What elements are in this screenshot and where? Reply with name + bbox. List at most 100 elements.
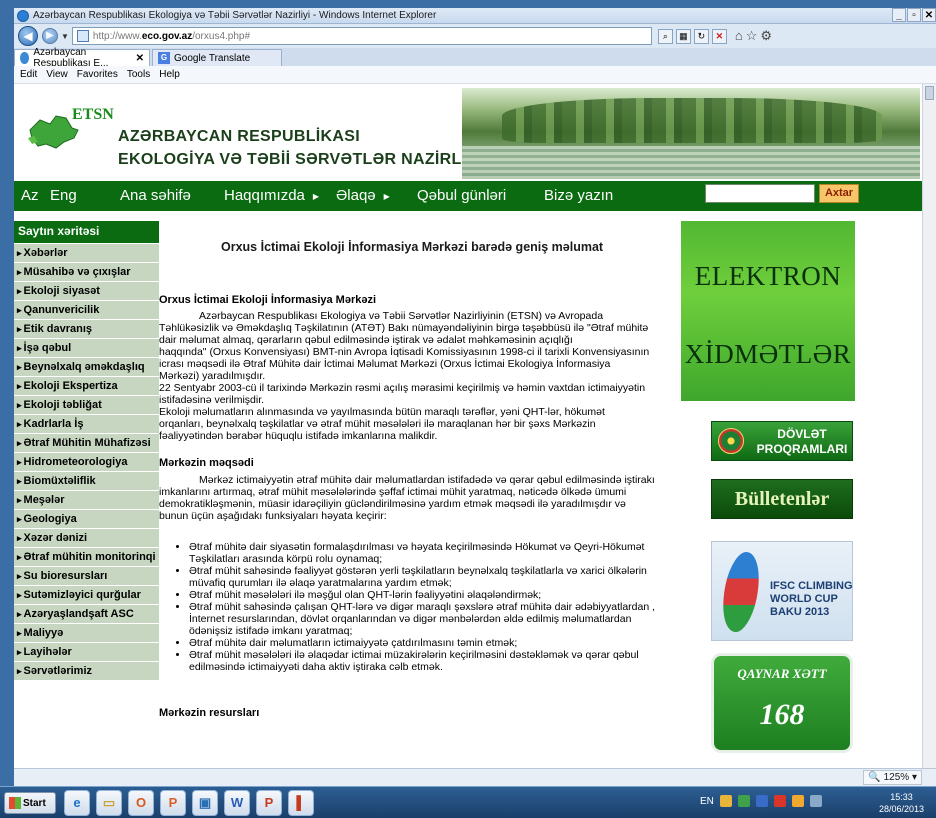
search-dropdown-icon[interactable]: ⌕ bbox=[657, 28, 673, 44]
google-translate-icon: G bbox=[158, 52, 170, 64]
search-button[interactable]: Axtar bbox=[819, 184, 859, 203]
hotline-banner[interactable]: QAYNAR XƏTT 168 bbox=[711, 653, 853, 753]
back-button[interactable]: ◀ bbox=[18, 26, 38, 46]
tray-icon[interactable] bbox=[773, 795, 786, 807]
etsn-logo-text: ETSN bbox=[72, 106, 114, 123]
history-dropdown-icon[interactable]: ▼ bbox=[61, 32, 69, 41]
nav-about[interactable]: Haqqımızda ▶ bbox=[224, 187, 319, 204]
lang-eng-link[interactable]: Eng bbox=[50, 187, 77, 204]
tray-icon[interactable] bbox=[737, 795, 750, 807]
state-programs-banner[interactable]: DÖVLƏT PROQRAMLARI bbox=[711, 421, 853, 461]
sidebar-item-monitoring[interactable]: Ətraf mühitin monitorinqi bbox=[14, 547, 159, 566]
ifsc-climbing-banner[interactable]: IFSC CLIMBING WORLD CUP BAKU 2013 bbox=[711, 541, 853, 641]
sidebar-item-resources[interactable]: Sərvətlərimiz bbox=[14, 661, 159, 680]
app-taskbar-icon[interactable]: ▣ bbox=[192, 790, 218, 816]
url-host: eco.gov.az bbox=[141, 30, 193, 42]
sidebar-item-geology[interactable]: Geologiya bbox=[14, 509, 159, 528]
sidebar-item-hydromet[interactable]: Hidrometeorologiya bbox=[14, 452, 159, 471]
sidebar-item-biodiversity[interactable]: Biomüxtəliflik bbox=[14, 471, 159, 490]
tab-google-translate[interactable]: G Google Translate bbox=[152, 49, 282, 66]
sidebar-item-ethics[interactable]: Etik davranış bbox=[14, 319, 159, 338]
banner-text: IFSC CLIMBING bbox=[770, 580, 853, 592]
sidebar-item-propaganda[interactable]: Ekoloji təbliğat bbox=[14, 395, 159, 414]
sidebar-item-legislation[interactable]: Qanunvericilik bbox=[14, 300, 159, 319]
menu-help[interactable]: Help bbox=[159, 69, 180, 80]
functions-list: Ətraf mühitə dair siyasətin formalaşdırı… bbox=[175, 541, 675, 673]
sidebar-item-expertise[interactable]: Ekoloji Ekspertiza bbox=[14, 376, 159, 395]
sidebar-item-hr[interactable]: Kadrlarla İş bbox=[14, 414, 159, 433]
forward-button[interactable]: ▶ bbox=[42, 28, 58, 44]
ministry-name-line1: AZƏRBAYCAN RESPUBLİKASI bbox=[118, 128, 360, 145]
nav-home[interactable]: Ana səhifə bbox=[120, 187, 191, 204]
electronic-services-banner[interactable]: ELEKTRON XİDMƏTLƏR bbox=[681, 221, 855, 401]
powerpoint-taskbar-icon[interactable]: P bbox=[160, 790, 186, 816]
zoom-level[interactable]: 🔍 125% ▾ bbox=[863, 770, 922, 785]
outlook-taskbar-icon[interactable]: O bbox=[128, 790, 154, 816]
start-button[interactable]: Start bbox=[4, 792, 56, 814]
compat-view-icon[interactable]: ▦ bbox=[675, 28, 691, 44]
paragraph-line: bunun üçün aşağıdakı funksiyaları həyata… bbox=[159, 510, 387, 522]
nav-contact[interactable]: Əlaqə ▶ bbox=[336, 187, 390, 204]
sidebar-item-news[interactable]: Xəbərlər bbox=[14, 243, 159, 262]
nav-write-us[interactable]: Bizə yazın bbox=[544, 187, 613, 204]
window-title: Azərbaycan Respublikası Ekologiya və Təb… bbox=[33, 10, 437, 21]
vertical-scrollbar[interactable] bbox=[922, 84, 936, 768]
minimize-button[interactable]: _ bbox=[892, 8, 906, 22]
sidebar-item-caspian[interactable]: Xəzər dənizi bbox=[14, 528, 159, 547]
menu-tools[interactable]: Tools bbox=[127, 69, 150, 80]
clock[interactable]: 15:33 28/06/2013 bbox=[879, 791, 924, 815]
sidebar-item-water-treatment[interactable]: Sutəmizləyici qurğular bbox=[14, 585, 159, 604]
menu-favorites[interactable]: Favorites bbox=[77, 69, 118, 80]
stop-icon[interactable]: ✕ bbox=[711, 28, 727, 44]
sidebar-item-finance[interactable]: Maliyyə bbox=[14, 623, 159, 642]
search-input[interactable] bbox=[705, 184, 815, 203]
sidebar-item-eco-policy[interactable]: Ekoloji siyasət bbox=[14, 281, 159, 300]
sidebar-item-forests[interactable]: Meşələr bbox=[14, 490, 159, 509]
list-item: Ətraf mühit sahəsində fəaliyyət göstərən… bbox=[189, 565, 675, 589]
home-favorites-tools-icons[interactable]: ⌂☆⚙ bbox=[735, 28, 775, 44]
start-label: Start bbox=[23, 797, 46, 809]
sidebar-item-jobs[interactable]: İşə qəbul bbox=[14, 338, 159, 357]
tray-icon[interactable] bbox=[755, 795, 768, 807]
explorer-taskbar-icon[interactable]: ▭ bbox=[96, 790, 122, 816]
sidebar-item-international[interactable]: Beynəlxalq əməkdaşlıq bbox=[14, 357, 159, 376]
word-taskbar-icon[interactable]: W bbox=[224, 790, 250, 816]
language-indicator[interactable]: EN bbox=[700, 796, 714, 807]
sidebar-item-water-bio[interactable]: Su bioresursları bbox=[14, 566, 159, 585]
paragraph-line: Mərkəzi) yaradılmışdır. bbox=[159, 370, 266, 382]
tab-label: Google Translate bbox=[174, 52, 251, 64]
close-tab-icon[interactable]: ✕ bbox=[136, 53, 144, 64]
menu-bar: Edit View Favorites Tools Help bbox=[14, 66, 936, 84]
maximize-button[interactable]: ▫ bbox=[907, 8, 921, 22]
paragraph-line: Ekoloji məlumatların alınmasında və yayı… bbox=[159, 406, 605, 418]
tab-eco[interactable]: Azərbaycan Respublikası E... ✕ bbox=[14, 47, 150, 69]
section-heading-resources: Mərkəzin resursları bbox=[159, 707, 260, 719]
volume-icon[interactable] bbox=[809, 795, 822, 807]
header-landscape-photo bbox=[462, 88, 920, 179]
banner-word: XİDMƏTLƏR bbox=[684, 339, 852, 369]
menu-view[interactable]: View bbox=[46, 69, 68, 80]
refresh-icon[interactable]: ↻ bbox=[693, 28, 709, 44]
ie-taskbar-icon[interactable]: e bbox=[64, 790, 90, 816]
pdf-taskbar-icon[interactable]: P bbox=[256, 790, 282, 816]
scrollbar-thumb[interactable] bbox=[925, 86, 934, 100]
sidebar-item-env-protection[interactable]: Ətraf Mühitin Mühafizəsi bbox=[14, 433, 159, 452]
close-window-button[interactable]: ✕ bbox=[922, 8, 936, 22]
lang-az-link[interactable]: Az bbox=[21, 187, 39, 204]
app2-taskbar-icon[interactable]: ▌ bbox=[288, 790, 314, 816]
bulletins-banner[interactable]: Bülletenlər bbox=[711, 479, 853, 519]
paragraph-line: demokratikləşmənin, müasir idarəçiliyin … bbox=[159, 498, 626, 510]
menu-edit[interactable]: Edit bbox=[20, 69, 37, 80]
sidebar-item-interviews[interactable]: Müsahibə və çıxışlar bbox=[14, 262, 159, 281]
list-item: Ətraf mühitə dair məlumatların ictimaiyy… bbox=[189, 637, 675, 649]
windows-logo-icon bbox=[9, 797, 21, 809]
paragraph-line: imkanlarını artırmaq, ətraf mühit məsələ… bbox=[159, 486, 627, 498]
tray-icon[interactable] bbox=[791, 795, 804, 807]
sidebar-item-projects[interactable]: Layihələr bbox=[14, 642, 159, 661]
tray-icon[interactable] bbox=[719, 795, 732, 807]
ie-icon bbox=[17, 9, 29, 22]
banner-word: ELEKTRON bbox=[694, 261, 842, 291]
address-bar[interactable]: http://www. eco.gov.az/orxus4.php# bbox=[71, 27, 652, 45]
sidebar-item-landscape[interactable]: Azəryaşlandşaft ASC bbox=[14, 604, 159, 623]
nav-reception-days[interactable]: Qəbul günləri bbox=[417, 187, 506, 204]
